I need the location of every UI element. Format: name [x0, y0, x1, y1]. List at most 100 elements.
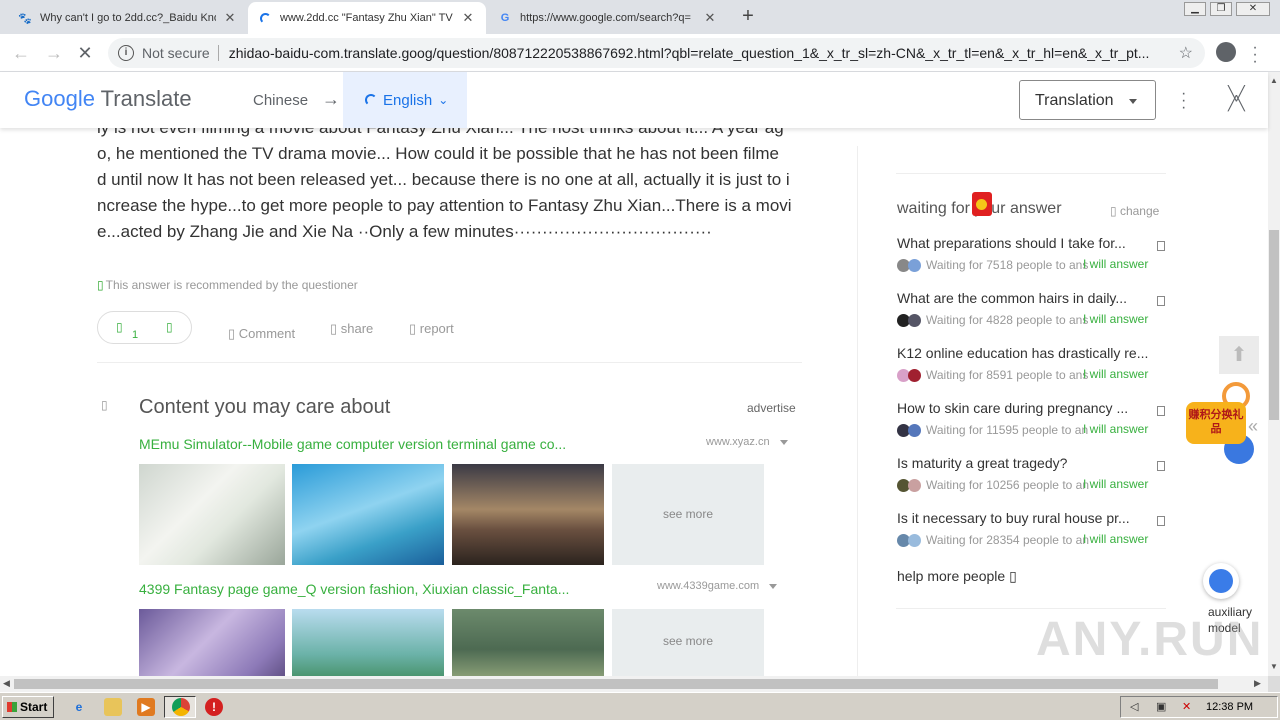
- profile-icon[interactable]: [1216, 42, 1236, 62]
- system-tray: [1120, 696, 1278, 718]
- thumbs-down-icon[interactable]: ▯: [166, 320, 173, 334]
- ad-domain[interactable]: www.xyaz.cn: [706, 436, 788, 448]
- minimize-button[interactable]: ▁: [1184, 2, 1206, 16]
- ad-domain-label: www.xyaz.cn: [706, 436, 770, 448]
- scroll-left-icon[interactable]: ◀: [3, 678, 10, 689]
- close-icon[interactable]: ✕: [222, 10, 238, 26]
- thumbs-up-icon[interactable]: ▯: [116, 320, 123, 334]
- google-wordmark: Google: [24, 86, 95, 111]
- chrome-taskbar-button[interactable]: [164, 696, 196, 718]
- translate-icon: [1157, 516, 1165, 526]
- network-icon[interactable]: ▣: [1156, 701, 1168, 713]
- question-item[interactable]: K12 online education has drastically re.…: [897, 345, 1187, 383]
- care-icon: ▯: [101, 398, 108, 412]
- back-arrow-icon[interactable]: ←: [10, 42, 32, 64]
- comment-label: Comment: [238, 326, 296, 341]
- vertical-scrollbar[interactable]: ▲ ▼: [1268, 72, 1280, 676]
- question-meta: Waiting for 4828 people to ans I will an…: [897, 312, 1187, 328]
- will-answer-button[interactable]: I will answer: [1083, 367, 1148, 381]
- url-text[interactable]: zhidao-baidu-com.translate.goog/question…: [229, 45, 1189, 61]
- security-icon[interactable]: ✕: [1182, 701, 1194, 713]
- question-title[interactable]: K12 online education has drastically re.…: [897, 345, 1169, 361]
- answer-line: d until now It has not been released yet…: [97, 170, 790, 189]
- question-title[interactable]: What are the common hairs in daily...: [897, 290, 1169, 306]
- will-answer-button[interactable]: I will answer: [1083, 422, 1148, 436]
- question-item[interactable]: Is it necessary to buy rural house pr...…: [897, 510, 1187, 548]
- maximize-button[interactable]: ❐: [1210, 2, 1232, 16]
- question-title[interactable]: What preparations should I take for...: [897, 235, 1169, 251]
- see-more-button[interactable]: see more: [612, 609, 764, 676]
- new-tab-button[interactable]: +: [736, 5, 760, 29]
- answer-line: ly is not even filming a movie about Fan…: [97, 128, 807, 141]
- scroll-down-icon[interactable]: ▼: [1270, 662, 1278, 671]
- question-item[interactable]: What are the common hairs in daily... Wa…: [897, 290, 1187, 328]
- chrome-menu-icon[interactable]: · · ·: [1252, 40, 1258, 70]
- folder-icon[interactable]: [104, 698, 122, 716]
- scroll-thumb[interactable]: [1269, 230, 1279, 420]
- double-chevron-left-icon[interactable]: «: [1248, 416, 1258, 437]
- see-more-button[interactable]: see more: [612, 464, 764, 565]
- will-answer-button[interactable]: I will answer: [1083, 477, 1148, 491]
- like-count: 1: [132, 329, 139, 341]
- tab-google[interactable]: G https://www.google.com/search?q= ✕: [488, 2, 728, 34]
- info-icon[interactable]: i: [118, 45, 134, 61]
- volume-icon[interactable]: ◁: [1130, 701, 1142, 713]
- ad-image-water[interactable]: [292, 464, 444, 565]
- close-icon[interactable]: ✕: [460, 10, 476, 26]
- address-bar-row: ← → ✕ i Not secure zhidao-baidu-com.tran…: [0, 34, 1280, 72]
- google-translate-logo[interactable]: Google Translate: [24, 86, 192, 112]
- will-answer-button[interactable]: I will answer: [1083, 257, 1148, 271]
- tab-2dd[interactable]: www.2dd.cc "Fantasy Zhu Xian" TV s ✕: [248, 2, 486, 34]
- question-item[interactable]: What preparations should I take for... W…: [897, 235, 1187, 273]
- ad-image-temple[interactable]: [452, 464, 604, 565]
- help-more-link[interactable]: help more people ▯: [897, 568, 1017, 585]
- question-item[interactable]: How to skin care during pregnancy ... Wa…: [897, 400, 1187, 438]
- ad-image-landscape[interactable]: [452, 609, 604, 676]
- forward-arrow-icon[interactable]: →: [43, 42, 65, 64]
- more-options-icon[interactable]: · · ·: [1181, 86, 1186, 116]
- start-button[interactable]: Start: [2, 696, 54, 718]
- loading-spinner-icon: [365, 94, 377, 106]
- scroll-up-icon[interactable]: ▲: [1270, 76, 1278, 85]
- share-button[interactable]: ▯ share: [330, 321, 373, 337]
- red-envelope-icon[interactable]: [972, 192, 992, 216]
- report-button[interactable]: ▯ report: [409, 321, 454, 337]
- comment-button[interactable]: ▯ Comment: [228, 326, 295, 342]
- back-to-top-button[interactable]: ⬆: [1219, 336, 1259, 374]
- close-window-button[interactable]: ✕: [1236, 2, 1270, 16]
- ad-image-characters[interactable]: [139, 609, 285, 676]
- collapse-icon[interactable]: ╲╱ ╱╲: [1228, 86, 1245, 110]
- points-promo[interactable]: 赚积分换礼品 «: [1174, 380, 1258, 470]
- omnibox[interactable]: i Not secure zhidao-baidu-com.translate.…: [108, 38, 1205, 68]
- target-language[interactable]: English ⌄: [343, 72, 467, 128]
- ad-image-fairy[interactable]: [139, 464, 285, 565]
- ie-icon[interactable]: e: [70, 698, 88, 716]
- tab-baidu[interactable]: 🐾 Why can't I go to 2dd.cc?_Baidu Kno ✕: [8, 2, 248, 34]
- close-icon[interactable]: ✕: [702, 10, 718, 26]
- question-item[interactable]: Is maturity a great tragedy? Waiting for…: [897, 455, 1187, 493]
- care-title: Content you may care about: [139, 396, 391, 418]
- ad-link[interactable]: 4399 Fantasy page game_Q version fashion…: [139, 581, 569, 597]
- ad-image-mountain[interactable]: [292, 609, 444, 676]
- horizontal-scrollbar[interactable]: ◀ ▶: [0, 676, 1268, 692]
- taskbar: Start e ▶ ! ◁ ▣ ✕ 12:38 PM: [0, 692, 1280, 720]
- stop-sign-icon[interactable]: !: [205, 698, 223, 716]
- ad-domain[interactable]: www.4339game.com: [657, 580, 778, 592]
- question-meta: Waiting for 8591 people to ans I will an…: [897, 367, 1187, 383]
- question-title[interactable]: How to skin care during pregnancy ...: [897, 400, 1169, 416]
- translation-mode-select[interactable]: Translation: [1019, 80, 1156, 120]
- question-title[interactable]: Is it necessary to buy rural house pr...: [897, 510, 1169, 526]
- will-answer-button[interactable]: I will answer: [1083, 312, 1148, 326]
- vote-box: ▯ 1 ▯: [97, 311, 192, 344]
- divider: [896, 608, 1166, 609]
- media-player-icon[interactable]: ▶: [137, 698, 155, 716]
- question-title[interactable]: Is maturity a great tragedy?: [897, 455, 1169, 471]
- stop-icon[interactable]: ✕: [74, 42, 96, 64]
- scroll-thumb[interactable]: [14, 679, 1218, 689]
- ad-link[interactable]: MEmu Simulator--Mobile game computer ver…: [139, 436, 566, 452]
- change-button[interactable]: ▯ change: [1110, 204, 1159, 218]
- source-language[interactable]: Chinese: [253, 92, 308, 109]
- star-icon[interactable]: ☆: [1179, 43, 1193, 63]
- will-answer-button[interactable]: I will answer: [1083, 532, 1148, 546]
- scroll-right-icon[interactable]: ▶: [1254, 678, 1261, 689]
